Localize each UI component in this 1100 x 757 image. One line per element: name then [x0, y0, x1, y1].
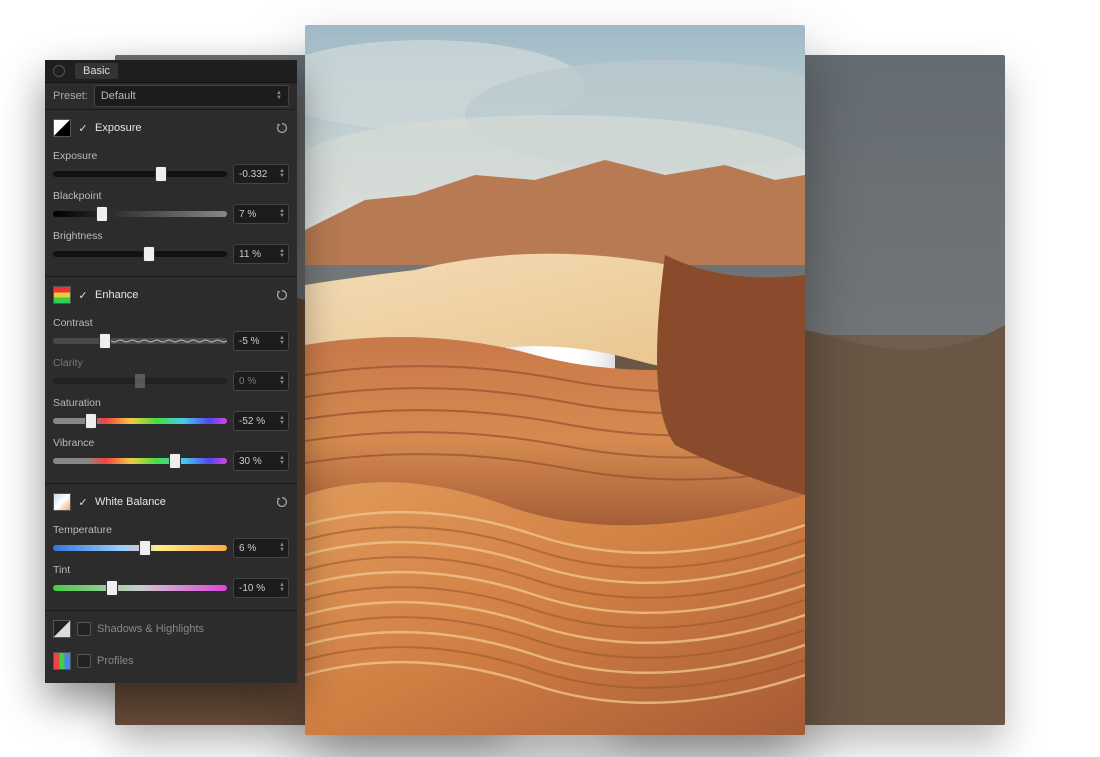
contrast-slider-label: Contrast	[53, 317, 289, 329]
profiles-icon	[53, 652, 71, 670]
stepper-icon: ▲▼	[279, 543, 285, 553]
preset-select[interactable]: Default ▲▼	[94, 85, 289, 107]
exposure-icon	[53, 119, 71, 137]
vibrance-value[interactable]: 30 %▲▼	[233, 451, 289, 471]
brightness-slider-label: Brightness	[53, 230, 289, 242]
stepper-icon: ▲▼	[276, 91, 282, 101]
reset-icon[interactable]	[275, 495, 289, 509]
reset-icon[interactable]	[275, 121, 289, 135]
tint-slider-label: Tint	[53, 564, 289, 576]
section-exposure-header[interactable]: ✓ Exposure	[45, 114, 297, 142]
blackpoint-value[interactable]: 7 %▲▼	[233, 204, 289, 224]
stepper-icon: ▲▼	[279, 376, 285, 386]
stepper-icon: ▲▼	[279, 456, 285, 466]
shadows-highlights-toggle[interactable]	[77, 622, 91, 636]
enhance-toggle[interactable]: ✓	[77, 289, 89, 301]
white-balance-icon	[53, 493, 71, 511]
section-shadows-highlights-header[interactable]: Shadows & Highlights	[45, 615, 297, 643]
blackpoint-slider-label: Blackpoint	[53, 190, 289, 202]
exposure-slider[interactable]	[53, 171, 227, 177]
clarity-value[interactable]: 0 %▲▼	[233, 371, 289, 391]
profiles-title: Profiles	[97, 655, 134, 667]
exposure-title: Exposure	[95, 122, 141, 134]
saturation-value[interactable]: -52 %▲▼	[233, 411, 289, 431]
panel-header: Basic	[45, 60, 297, 83]
profiles-toggle[interactable]	[77, 654, 91, 668]
exposure-toggle[interactable]: ✓	[77, 122, 89, 134]
clarity-slider[interactable]	[53, 378, 227, 384]
section-whitebalance-header[interactable]: ✓ White Balance	[45, 488, 297, 516]
stepper-icon: ▲▼	[279, 583, 285, 593]
enhance-icon	[53, 286, 71, 304]
tint-slider[interactable]	[53, 585, 227, 591]
stepper-icon: ▲▼	[279, 169, 285, 179]
stepper-icon: ▲▼	[279, 336, 285, 346]
contrast-slider[interactable]	[53, 338, 227, 344]
preset-label: Preset:	[53, 90, 88, 102]
blackpoint-slider[interactable]	[53, 211, 227, 217]
contrast-value[interactable]: -5 %▲▼	[233, 331, 289, 351]
foreground-photo	[305, 25, 805, 735]
clarity-slider-label: Clarity	[53, 357, 289, 369]
stepper-icon: ▲▼	[279, 249, 285, 259]
panel-tab-basic[interactable]: Basic	[75, 63, 118, 79]
temperature-slider-label: Temperature	[53, 524, 289, 536]
reset-icon[interactable]	[275, 288, 289, 302]
temperature-value[interactable]: 6 %▲▼	[233, 538, 289, 558]
adjustments-panel: Basic Preset: Default ▲▼ ✓ Exposure Expo…	[45, 60, 297, 683]
exposure-value[interactable]: -0.332▲▼	[233, 164, 289, 184]
enhance-title: Enhance	[95, 289, 138, 301]
white-balance-toggle[interactable]: ✓	[77, 496, 89, 508]
exposure-slider-label: Exposure	[53, 150, 289, 162]
panel-options-icon[interactable]	[53, 65, 65, 77]
vibrance-slider[interactable]	[53, 458, 227, 464]
temperature-slider[interactable]	[53, 545, 227, 551]
brightness-value[interactable]: 11 %▲▼	[233, 244, 289, 264]
saturation-slider[interactable]	[53, 418, 227, 424]
section-enhance-header[interactable]: ✓ Enhance	[45, 281, 297, 309]
saturation-slider-label: Saturation	[53, 397, 289, 409]
preset-row: Preset: Default ▲▼	[45, 83, 297, 110]
section-profiles-header[interactable]: Profiles	[45, 647, 297, 675]
vibrance-slider-label: Vibrance	[53, 437, 289, 449]
preset-value: Default	[101, 90, 136, 102]
white-balance-title: White Balance	[95, 496, 166, 508]
stepper-icon: ▲▼	[279, 209, 285, 219]
shadows-highlights-title: Shadows & Highlights	[97, 623, 204, 635]
tint-value[interactable]: -10 %▲▼	[233, 578, 289, 598]
brightness-slider[interactable]	[53, 251, 227, 257]
shadows-highlights-icon	[53, 620, 71, 638]
stepper-icon: ▲▼	[279, 416, 285, 426]
